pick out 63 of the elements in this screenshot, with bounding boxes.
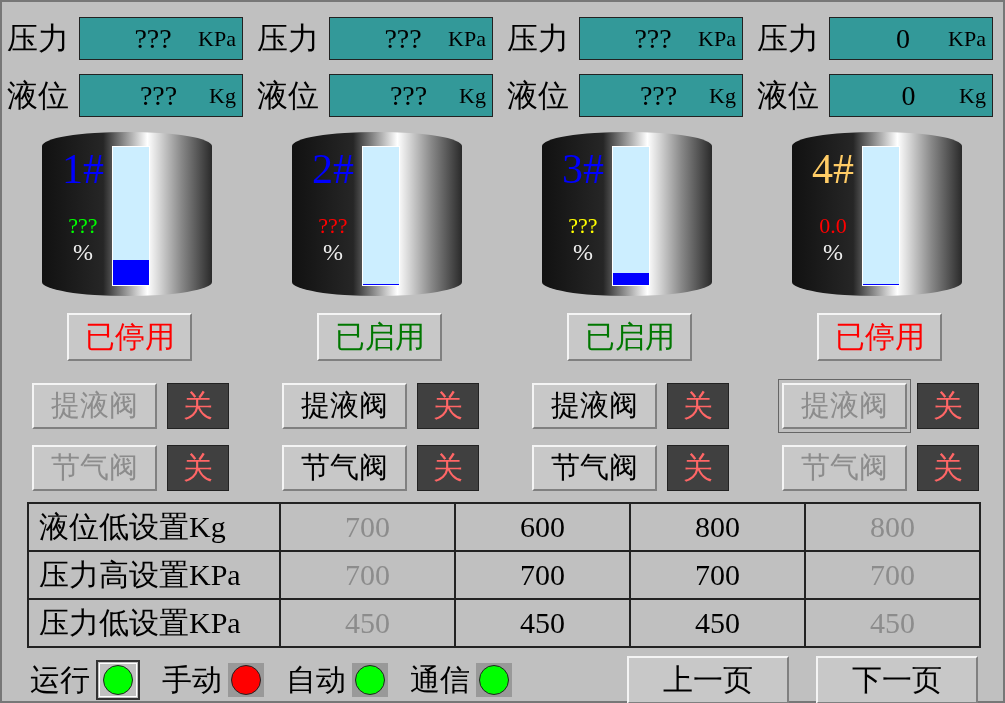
percent-value: ??? <box>318 214 348 238</box>
page-button[interactable]: 下一页 <box>816 656 978 703</box>
percent-value: ??? <box>68 214 98 238</box>
percent-value: 0.0 <box>819 214 847 238</box>
valve-state: 关 <box>917 445 979 491</box>
valve-state: 关 <box>667 445 729 491</box>
pressure-label: 压力 <box>507 19 570 58</box>
valve-state: 关 <box>417 383 479 429</box>
indicator-lamp-icon <box>96 660 140 700</box>
pressure-label: 压力 <box>257 19 320 58</box>
pressure-label: 压力 <box>7 19 70 58</box>
percent-sign: % <box>323 238 343 266</box>
status-button[interactable]: 已启用 <box>317 313 442 361</box>
percent-sign: % <box>73 238 93 266</box>
indicator-lamp-icon <box>228 663 264 697</box>
table-cell: 液位低设置Kg <box>28 503 280 551</box>
table-cell: 压力高设置KPa <box>28 551 280 599</box>
indicator-label: 手动 <box>162 661 222 698</box>
indicator-lamp-icon <box>352 663 388 697</box>
valve-state: 关 <box>917 383 979 429</box>
table-cell[interactable]: 800 <box>630 503 805 551</box>
table-cell[interactable]: 700 <box>630 551 805 599</box>
level-label: 液位 <box>7 76 70 115</box>
valve-state: 关 <box>167 445 229 491</box>
pressure-display: 0 KPa <box>829 17 993 60</box>
pressure-display: ??? KPa <box>329 17 493 60</box>
valve-state: 关 <box>667 383 729 429</box>
valve-button[interactable]: 提液阀 <box>532 383 657 429</box>
valve-state: 关 <box>417 445 479 491</box>
level-display: 0 Kg <box>829 74 993 117</box>
tank-name: 3# <box>562 146 604 192</box>
valve-state: 关 <box>167 383 229 429</box>
table-cell[interactable]: 450 <box>630 599 805 647</box>
level-label: 液位 <box>757 76 820 115</box>
page-button[interactable]: 上一页 <box>627 656 789 703</box>
table-cell[interactable]: 450 <box>455 599 630 647</box>
table-cell[interactable]: 700 <box>455 551 630 599</box>
level-label: 液位 <box>257 76 320 115</box>
tank-name: 2# <box>312 146 354 192</box>
indicator-label: 通信 <box>410 661 470 698</box>
table-cell: 压力低设置KPa <box>28 599 280 647</box>
status-button[interactable]: 已启用 <box>567 313 692 361</box>
indicator-label: 自动 <box>286 661 346 698</box>
valve-button[interactable]: 节气阀 <box>282 445 407 491</box>
valve-button[interactable]: 提液阀 <box>282 383 407 429</box>
tank-name: 4# <box>812 146 854 192</box>
percent-sign: % <box>823 238 843 266</box>
indicator-lamp-icon <box>476 663 512 697</box>
pressure-display: ??? KPa <box>79 17 243 60</box>
tank-name: 1# <box>62 146 104 192</box>
status-button[interactable]: 已停用 <box>817 313 942 361</box>
pressure-label: 压力 <box>757 19 820 58</box>
level-display: ??? Kg <box>579 74 743 117</box>
percent-sign: % <box>573 238 593 266</box>
level-display: ??? Kg <box>79 74 243 117</box>
status-button[interactable]: 已停用 <box>67 313 192 361</box>
level-label: 液位 <box>507 76 570 115</box>
level-display: ??? Kg <box>329 74 493 117</box>
table-cell[interactable]: 600 <box>455 503 630 551</box>
percent-value: ??? <box>568 214 598 238</box>
indicator-label: 运行 <box>30 661 90 698</box>
pressure-display: ??? KPa <box>579 17 743 60</box>
valve-button[interactable]: 节气阀 <box>532 445 657 491</box>
